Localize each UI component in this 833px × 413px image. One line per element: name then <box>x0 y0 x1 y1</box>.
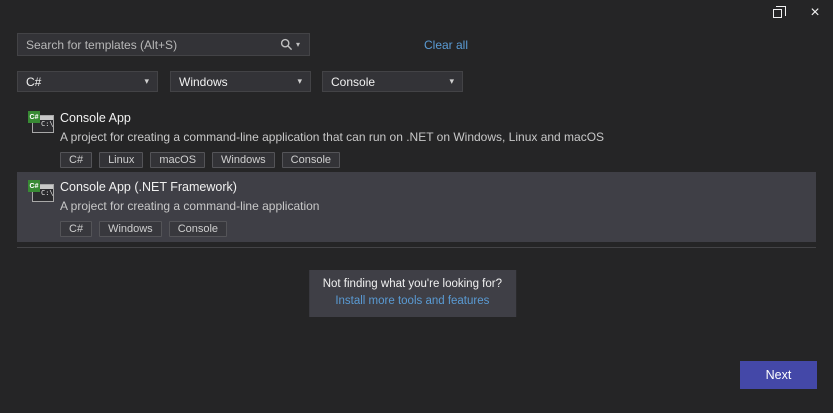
next-button[interactable]: Next <box>740 361 817 389</box>
restore-icon <box>772 5 786 18</box>
clear-all-link[interactable]: Clear all <box>424 38 468 52</box>
search-button[interactable]: ▾ <box>271 34 309 55</box>
template-row-console-app[interactable]: C:\ C# Console App A project for creatin… <box>17 103 816 170</box>
project-type-filter-dropdown[interactable]: Console ▾ <box>322 71 463 92</box>
tag: Linux <box>99 152 144 168</box>
console-app-icon: C:\ C# <box>28 111 55 134</box>
template-description: A project for creating a command-line ap… <box>60 199 320 213</box>
divider <box>17 247 816 248</box>
window-controls: × <box>765 3 827 23</box>
maximize-button[interactable] <box>765 3 789 23</box>
close-button[interactable]: × <box>803 3 827 23</box>
close-icon: × <box>810 4 820 21</box>
tag: Windows <box>99 221 162 237</box>
chevron-down-icon: ▾ <box>144 76 149 86</box>
search-box: ▾ <box>17 33 310 56</box>
platform-filter-dropdown[interactable]: Windows ▾ <box>170 71 311 92</box>
search-input[interactable] <box>18 34 271 55</box>
template-row-console-app-net-framework[interactable]: C:\ C# Console App (.NET Framework) A pr… <box>17 172 816 242</box>
platform-filter-value: Windows <box>179 74 228 89</box>
project-type-filter-value: Console <box>331 74 376 89</box>
not-finding-text: Not finding what you're looking for? <box>322 278 502 290</box>
tag: Windows <box>212 152 275 168</box>
template-description: A project for creating a command-line ap… <box>60 130 605 144</box>
search-icon <box>280 38 293 51</box>
template-title: Console App (.NET Framework) <box>60 180 237 194</box>
tag: C# <box>60 221 93 237</box>
chevron-down-icon: ▾ <box>295 40 300 49</box>
create-project-dialog: × ▾ Clear all C# ▾ Windows ▾ Console ▾ C… <box>0 0 833 413</box>
tag: Console <box>281 152 341 168</box>
template-title: Console App <box>60 111 131 125</box>
chevron-down-icon: ▾ <box>449 76 454 86</box>
language-filter-dropdown[interactable]: C# ▾ <box>17 71 158 92</box>
template-tags: C# Linux macOS Windows Console <box>60 152 806 168</box>
language-filter-value: C# <box>26 74 42 89</box>
tag: macOS <box>150 152 206 168</box>
chevron-down-icon: ▾ <box>297 76 302 86</box>
template-tags: C# Windows Console <box>60 221 806 237</box>
tag: Console <box>168 221 228 237</box>
console-app-icon: C:\ C# <box>28 180 55 203</box>
tag: C# <box>60 152 93 168</box>
not-finding-box: Not finding what you're looking for? Ins… <box>308 270 516 317</box>
install-tools-link[interactable]: Install more tools and features <box>335 295 489 307</box>
